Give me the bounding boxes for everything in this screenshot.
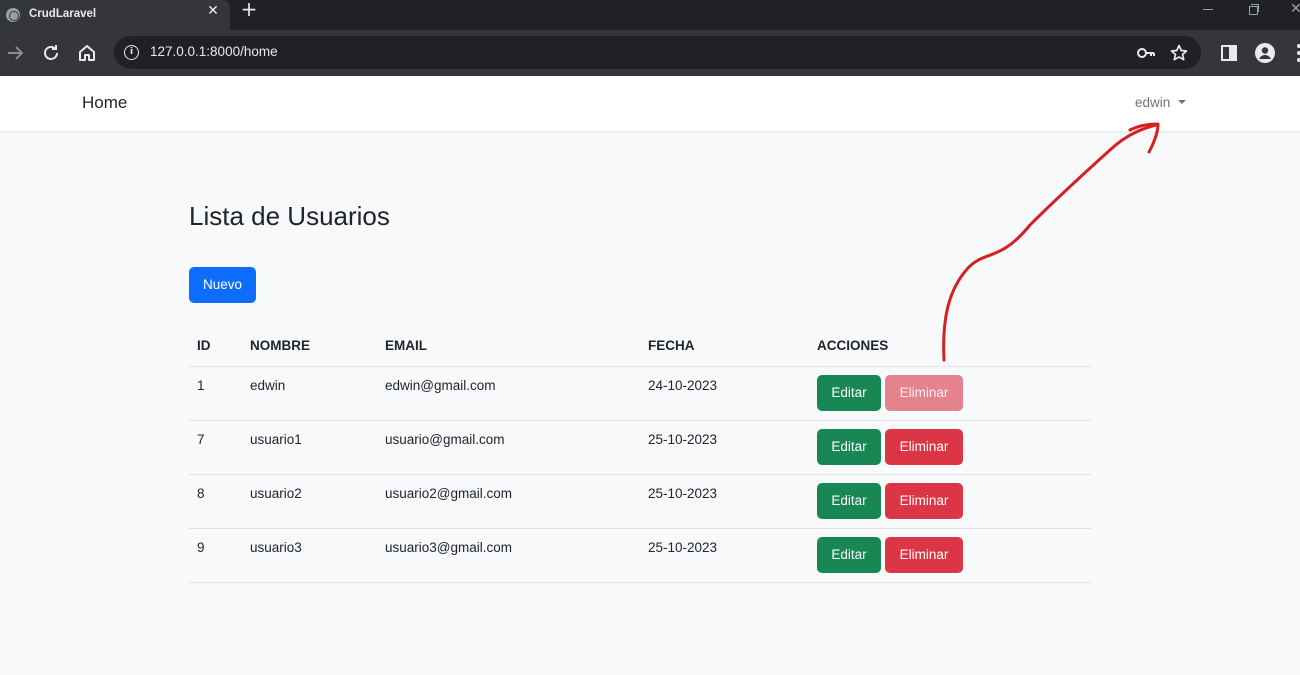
annotation-arrow: [942, 122, 1160, 362]
